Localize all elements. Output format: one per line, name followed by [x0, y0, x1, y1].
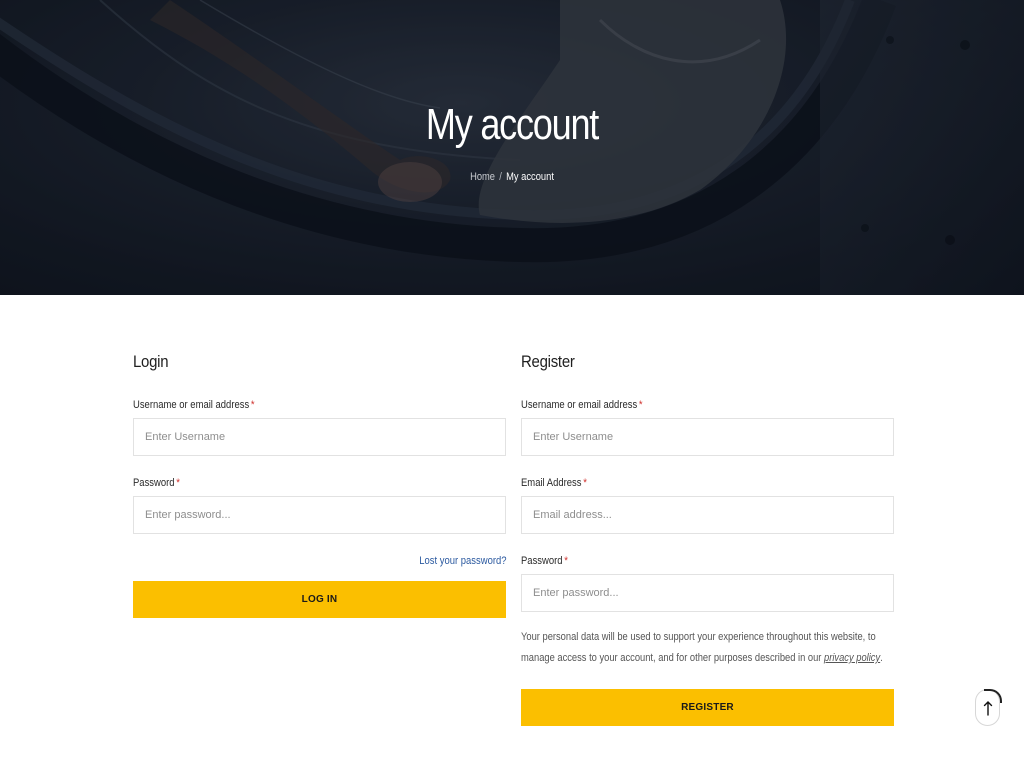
- login-button[interactable]: LOG IN: [133, 581, 506, 618]
- register-form: Register Username or email address* Emai…: [521, 352, 894, 732]
- breadcrumb: Home / My account: [77, 171, 947, 183]
- required-mark: *: [250, 399, 255, 411]
- scroll-progress-ring: [984, 689, 1002, 703]
- login-username-label-text: Username or email address: [133, 399, 250, 411]
- login-username-input[interactable]: [133, 418, 506, 456]
- register-password-input[interactable]: [521, 574, 894, 612]
- page-header-banner: My account Home / My account: [0, 0, 1024, 295]
- register-password-label-text: Password: [521, 555, 563, 567]
- register-email-label: Email Address *: [521, 477, 587, 489]
- login-form: Login Username or email address* Passwor…: [133, 352, 506, 622]
- required-mark: *: [176, 477, 180, 489]
- required-mark: *: [638, 399, 643, 411]
- lost-password-link[interactable]: Lost your password?: [419, 555, 506, 567]
- privacy-text-before: Your personal data will be used to suppo…: [521, 631, 876, 664]
- breadcrumb-home-link[interactable]: Home: [470, 171, 495, 183]
- privacy-notice: Your personal data will be used to suppo…: [521, 627, 895, 669]
- breadcrumb-separator: /: [499, 171, 502, 183]
- register-email-label-text: Email Address: [521, 477, 582, 489]
- register-password-label: Password *: [521, 555, 568, 567]
- login-username-label: Username or email address *: [133, 399, 255, 411]
- login-password-label: Password *: [133, 477, 180, 489]
- login-password-label-text: Password: [133, 477, 175, 489]
- page-title: My account: [425, 100, 599, 149]
- register-heading: Register: [521, 352, 575, 371]
- register-username-input[interactable]: [521, 418, 894, 456]
- register-button[interactable]: REGISTER: [521, 689, 894, 726]
- login-password-input[interactable]: [133, 496, 506, 534]
- privacy-policy-link[interactable]: privacy policy: [824, 652, 880, 664]
- scroll-to-top-button[interactable]: [975, 689, 1002, 726]
- breadcrumb-current: My account: [506, 171, 554, 183]
- required-mark: *: [564, 555, 568, 567]
- register-username-label-text: Username or email address: [521, 399, 638, 411]
- register-username-label: Username or email address *: [521, 399, 643, 411]
- login-heading: Login: [133, 352, 169, 371]
- register-email-input[interactable]: [521, 496, 894, 534]
- privacy-text-after: .: [880, 652, 883, 664]
- required-mark: *: [583, 477, 587, 489]
